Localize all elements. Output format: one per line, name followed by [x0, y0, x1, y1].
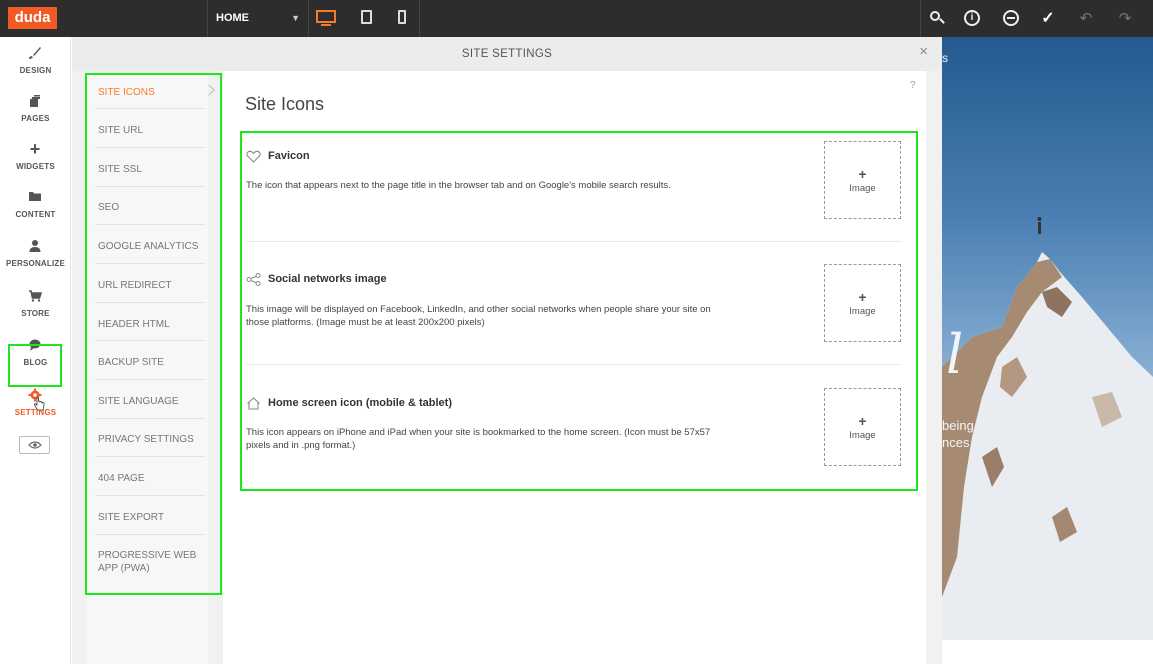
search-button[interactable]	[922, 0, 952, 37]
page-select-dropdown[interactable]: HOME ▼	[208, 0, 308, 37]
sidebar-item-label: CONTENT	[15, 210, 56, 219]
pages-icon	[27, 94, 43, 108]
folder-icon	[27, 190, 43, 204]
toolbar-divider	[920, 0, 921, 37]
chevron-down-icon: ▼	[291, 13, 300, 23]
mobile-icon	[398, 10, 406, 24]
page-title: Site Icons	[245, 94, 325, 114]
sidebar-item-design[interactable]: DESIGN	[0, 37, 71, 85]
mobile-view-button[interactable]	[392, 7, 416, 29]
undo-button[interactable]: ↶	[1071, 0, 1101, 37]
preview-text-line2: nces,	[942, 435, 974, 450]
info-icon: i	[964, 10, 980, 26]
sidebar-item-label: WIDGETS	[16, 162, 55, 171]
cart-icon	[27, 289, 43, 303]
desktop-view-button[interactable]	[314, 7, 338, 29]
duda-logo[interactable]: duda	[8, 7, 57, 29]
publish-check-button[interactable]: ✓	[1033, 0, 1063, 37]
sidebar-item-store[interactable]: STORE	[0, 280, 71, 328]
search-icon-handle	[939, 18, 945, 24]
preview-text-line1: being	[942, 418, 974, 433]
preview-text-big: l	[946, 323, 964, 386]
preview-text-top: s	[942, 51, 948, 65]
toolbar-divider	[308, 0, 309, 37]
preview-bottom-strip	[942, 640, 1153, 664]
subnav-highlight-box	[85, 73, 222, 595]
hand-cursor-icon	[33, 397, 45, 411]
sidebar-item-personalize[interactable]: PERSONALIZE	[0, 230, 71, 278]
desktop-icon	[316, 10, 336, 23]
settings-highlight-box	[8, 344, 62, 387]
sidebar-item-label: DESIGN	[19, 66, 52, 75]
preview-button[interactable]	[19, 436, 50, 454]
redo-button[interactable]: ↷	[1110, 0, 1140, 37]
sidebar-item-pages[interactable]: PAGES	[0, 85, 71, 133]
plus-icon: +	[29, 139, 41, 159]
modal-title: SITE SETTINGS	[461, 48, 553, 60]
tablet-icon	[361, 10, 372, 24]
sidebar-item-content[interactable]: CONTENT	[0, 181, 71, 229]
cards-highlight-box	[240, 131, 918, 491]
check-icon: ✓	[1041, 10, 1055, 27]
modal-header: SITE SETTINGS ×	[72, 37, 942, 71]
top-toolbar: duda HOME ▼ i ✓ ↶ ↷	[0, 0, 1153, 37]
page-select-value: HOME	[216, 12, 249, 24]
sidebar-item-label: PAGES	[21, 114, 50, 123]
app-root: duda HOME ▼ i ✓ ↶ ↷ DESIGN PAGES + WIDGE…	[0, 0, 1153, 664]
sidebar-item-label: STORE	[21, 309, 50, 318]
chat-button[interactable]	[996, 0, 1026, 37]
brush-icon	[27, 46, 43, 60]
chat-icon-bar	[1007, 17, 1015, 19]
help-icon[interactable]: ?	[910, 80, 916, 91]
redo-icon: ↷	[1118, 10, 1132, 27]
undo-icon: ↶	[1079, 10, 1093, 27]
close-icon[interactable]: ×	[919, 37, 928, 71]
info-button[interactable]: i	[957, 0, 987, 37]
desktop-icon-stand	[321, 24, 331, 26]
tablet-view-button[interactable]	[356, 7, 380, 29]
sidebar-item-label: PERSONALIZE	[5, 259, 66, 268]
site-preview-background: s l being nces,	[942, 37, 1153, 640]
sidebar-item-widgets[interactable]: + WIDGETS	[0, 133, 71, 181]
toolbar-divider	[419, 0, 420, 37]
mountain-image	[942, 217, 1153, 640]
eye-icon	[27, 441, 42, 449]
user-icon	[27, 239, 43, 253]
